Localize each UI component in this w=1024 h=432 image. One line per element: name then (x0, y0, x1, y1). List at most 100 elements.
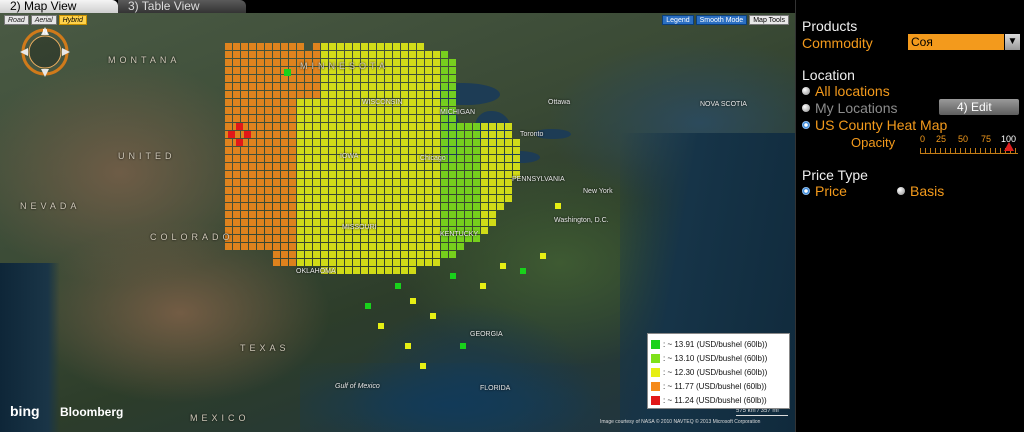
county-cell (385, 163, 392, 170)
radio-icon[interactable] (802, 104, 810, 112)
county-cell (289, 179, 296, 186)
county-cell (273, 139, 280, 146)
county-cell (257, 219, 264, 226)
county-cell (236, 123, 243, 130)
county-cell (289, 83, 296, 90)
county-cell (497, 155, 504, 162)
county-cell (273, 123, 280, 130)
compass-navigation-icon[interactable]: N (16, 23, 74, 81)
county-cell (305, 123, 312, 130)
map-tools-button[interactable]: Map Tools (749, 15, 789, 25)
county-cell (297, 155, 304, 162)
county-cell (433, 219, 440, 226)
county-cell (497, 163, 504, 170)
county-cell (257, 187, 264, 194)
county-cell (337, 43, 344, 50)
opacity-slider-thumb[interactable] (1004, 142, 1014, 151)
county-cell (361, 43, 368, 50)
county-cell (393, 267, 400, 274)
county-cell (433, 91, 440, 98)
county-cell (465, 187, 472, 194)
smooth-mode-toggle[interactable]: Smooth Mode (695, 15, 748, 25)
county-cell (257, 179, 264, 186)
county-cell (385, 107, 392, 114)
location-option-label: All locations (815, 83, 890, 99)
price-type-option-price[interactable]: Price (802, 183, 847, 199)
county-cell (497, 195, 504, 202)
county-cell (505, 123, 512, 130)
price-type-label: Basis (910, 183, 945, 199)
chevron-down-icon[interactable]: ▼ (1005, 34, 1020, 50)
county-cell (241, 51, 248, 58)
county-cell (449, 75, 456, 82)
county-cell (377, 83, 384, 90)
tab-table-view[interactable]: 3) Table View (118, 0, 246, 13)
county-cell (473, 147, 480, 154)
county-cell (401, 251, 408, 258)
county-cell (457, 155, 464, 162)
county-cell (249, 123, 256, 130)
county-cell (489, 171, 496, 178)
tab-map-view[interactable]: 2) Map View (0, 0, 118, 13)
county-cell (353, 195, 360, 202)
radio-selected-icon[interactable] (802, 121, 810, 129)
county-cell (378, 323, 384, 329)
county-cell (353, 187, 360, 194)
county-cell (409, 219, 416, 226)
county-cell (425, 243, 432, 250)
legend-toggle[interactable]: Legend (662, 15, 694, 25)
county-cell (297, 131, 304, 138)
commodity-select-value[interactable]: Соя (908, 34, 1004, 50)
county-cell (281, 123, 288, 130)
map-view[interactable]: MONTANA MINNESOTA WISCONSIN MICHIGAN IOW… (0, 13, 795, 432)
county-cell (409, 43, 416, 50)
county-cell (265, 155, 272, 162)
county-cell (265, 91, 272, 98)
commodity-select[interactable]: Соя ▼ (908, 34, 1020, 50)
county-cell (297, 123, 304, 130)
county-cell (297, 163, 304, 170)
county-cell (233, 227, 240, 234)
county-cell (345, 91, 352, 98)
county-cell (273, 227, 280, 234)
county-cell (425, 147, 432, 154)
legend-row: : ~ 11.77 (USD/bushel (60lb)) (651, 379, 786, 393)
county-cell (313, 43, 320, 50)
county-cell (409, 163, 416, 170)
county-cell (393, 139, 400, 146)
county-cell (297, 115, 304, 122)
location-option-heat-map[interactable]: US County Heat Map (802, 117, 947, 133)
county-cell (225, 123, 232, 130)
county-cell (385, 243, 392, 250)
county-cell (361, 147, 368, 154)
county-cell (465, 147, 472, 154)
price-type-option-basis[interactable]: Basis (897, 183, 944, 199)
county-cell (449, 115, 456, 122)
county-cell (233, 99, 240, 106)
opacity-slider[interactable]: 0 25 50 75 100 (920, 134, 1020, 158)
county-cell (241, 115, 248, 122)
radio-icon[interactable] (897, 187, 905, 195)
county-cell (473, 131, 480, 138)
county-cell (321, 147, 328, 154)
county-cell (395, 283, 401, 289)
county-cell (361, 139, 368, 146)
county-cell (401, 139, 408, 146)
county-cell (345, 259, 352, 266)
county-cell (449, 91, 456, 98)
county-cell (393, 75, 400, 82)
radio-selected-icon[interactable] (802, 187, 810, 195)
county-cell (465, 219, 472, 226)
county-cell (449, 187, 456, 194)
location-option-all[interactable]: All locations (802, 83, 890, 99)
county-cell (353, 43, 360, 50)
county-cell (313, 179, 320, 186)
county-cell (249, 211, 256, 218)
location-option-my-locations[interactable]: My Locations (802, 100, 897, 116)
edit-locations-button[interactable]: 4) Edit (939, 99, 1019, 115)
county-cell (377, 235, 384, 242)
county-cell (297, 171, 304, 178)
county-cell (228, 131, 235, 138)
county-cell (417, 75, 424, 82)
radio-icon[interactable] (802, 87, 810, 95)
